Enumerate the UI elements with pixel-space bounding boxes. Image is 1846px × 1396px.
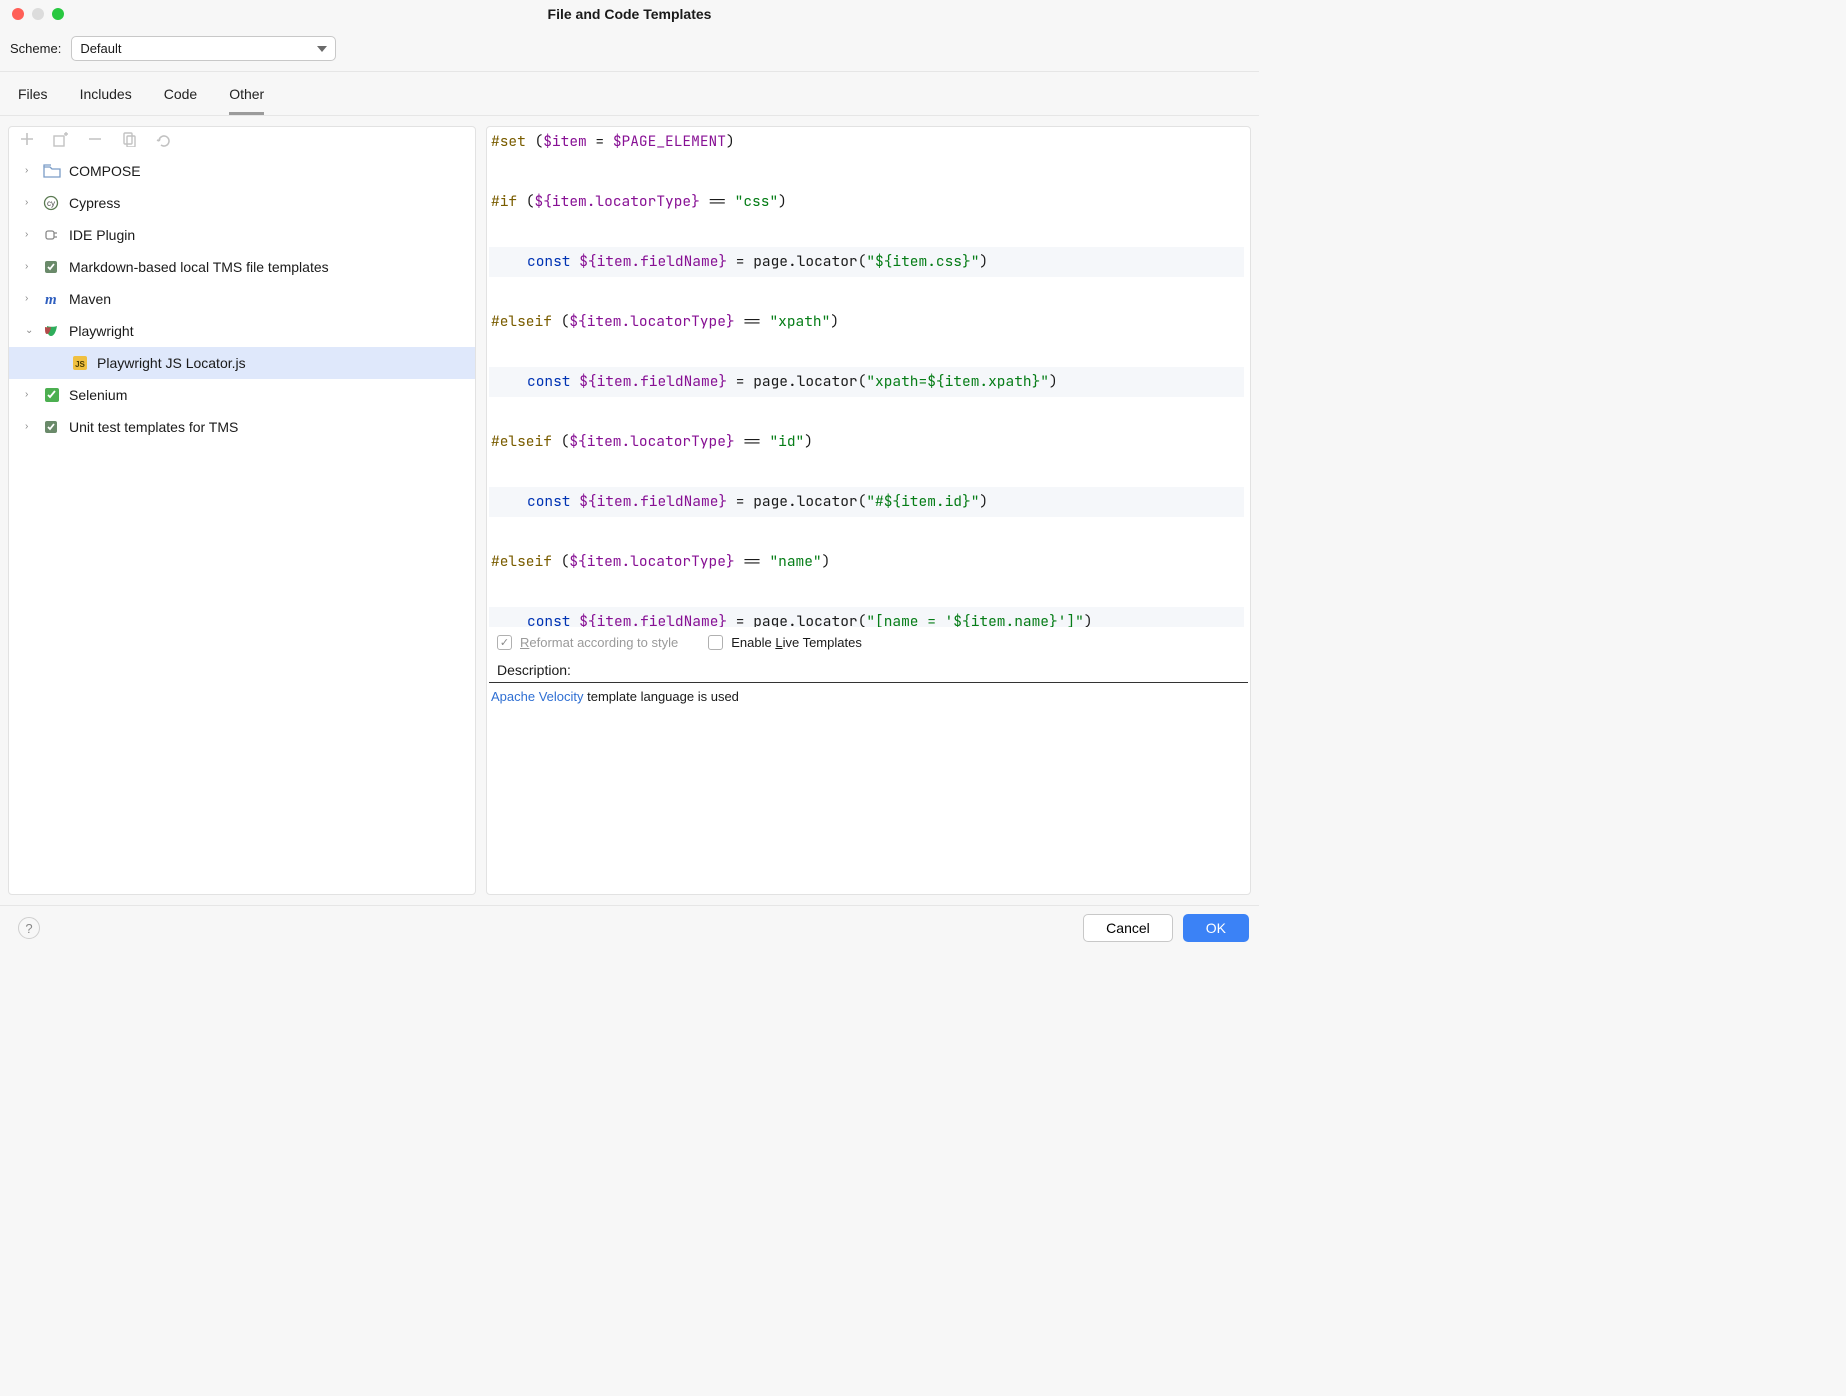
reformat-checkbox: ✓ Reformat according to style bbox=[497, 635, 678, 650]
tree-item-pw-js-locator[interactable]: JS Playwright JS Locator.js bbox=[9, 347, 475, 379]
dialog-buttons: Cancel OK bbox=[1083, 914, 1249, 942]
tree-item-label: Playwright bbox=[69, 323, 134, 339]
tree-item-label: Selenium bbox=[69, 387, 127, 403]
tree-item-markdown-tms[interactable]: › Markdown-based local TMS file templates bbox=[9, 251, 475, 283]
chevron-right-icon[interactable]: › bbox=[25, 262, 37, 272]
chevron-right-icon[interactable]: › bbox=[25, 198, 37, 208]
titlebar: File and Code Templates bbox=[0, 0, 1259, 28]
tree-item-label: Cypress bbox=[69, 195, 120, 211]
options-row: ✓ Reformat according to style Enable Liv… bbox=[487, 627, 1250, 658]
tab-other[interactable]: Other bbox=[229, 86, 264, 115]
tree-item-label: Playwright JS Locator.js bbox=[97, 355, 246, 371]
code-editor[interactable]: #set ($item = $PAGE_ELEMENT) #if (${item… bbox=[487, 127, 1250, 627]
templates-tree-pane: › COMPOSE › cy Cypress › IDE Plugin › Markdown-b… bbox=[8, 126, 476, 895]
svg-text:m: m bbox=[45, 292, 57, 307]
tree-toolbar bbox=[9, 127, 475, 151]
remove-icon[interactable] bbox=[87, 131, 103, 147]
templates-tree[interactable]: › COMPOSE › cy Cypress › IDE Plugin › Markdown-b… bbox=[9, 151, 475, 894]
checkbox-unchecked-icon bbox=[708, 635, 723, 650]
chevron-right-icon[interactable]: › bbox=[25, 166, 37, 176]
chevron-down-icon[interactable]: ⌄ bbox=[25, 326, 37, 336]
scheme-row: Scheme: Default bbox=[0, 28, 1259, 72]
copy-icon[interactable] bbox=[121, 131, 137, 147]
ok-button[interactable]: OK bbox=[1183, 914, 1249, 942]
chevron-right-icon[interactable]: › bbox=[25, 422, 37, 432]
scheme-label: Scheme: bbox=[10, 41, 61, 56]
folder-icon bbox=[43, 163, 61, 179]
chevron-down-icon bbox=[317, 46, 327, 52]
apache-velocity-link[interactable]: Apache Velocity bbox=[491, 689, 584, 704]
tree-item-label: Markdown-based local TMS file templates bbox=[69, 259, 329, 275]
scheme-value: Default bbox=[80, 41, 121, 56]
m-icon: m bbox=[43, 291, 61, 307]
chevron-right-icon[interactable]: › bbox=[25, 390, 37, 400]
tab-includes[interactable]: Includes bbox=[80, 86, 132, 115]
description-label: Description: bbox=[487, 658, 1250, 678]
revert-icon[interactable] bbox=[155, 131, 171, 147]
tree-item-cypress[interactable]: › cy Cypress bbox=[9, 187, 475, 219]
tree-item-unit-test-tms[interactable]: › Unit test templates for TMS bbox=[9, 411, 475, 443]
tab-bar: Files Includes Code Other bbox=[0, 72, 1259, 116]
help-button[interactable]: ? bbox=[18, 917, 40, 939]
checkbox-checked-icon: ✓ bbox=[497, 635, 512, 650]
tree-item-label: COMPOSE bbox=[69, 163, 141, 179]
add-child-icon[interactable] bbox=[53, 131, 69, 147]
svg-text:JS: JS bbox=[75, 360, 85, 369]
window-title: File and Code Templates bbox=[0, 6, 1259, 22]
dialog-footer: ? Cancel OK bbox=[0, 905, 1259, 952]
tree-item-label: Unit test templates for TMS bbox=[69, 419, 238, 435]
tab-code[interactable]: Code bbox=[164, 86, 197, 115]
pw-icon bbox=[43, 323, 61, 339]
cancel-button[interactable]: Cancel bbox=[1083, 914, 1173, 942]
chevron-right-icon[interactable]: › bbox=[25, 294, 37, 304]
add-icon[interactable] bbox=[19, 131, 35, 147]
description-text: template language is used bbox=[584, 689, 739, 704]
tree-item-selenium[interactable]: › Selenium bbox=[9, 379, 475, 411]
chevron-right-icon[interactable]: › bbox=[25, 230, 37, 240]
check-icon bbox=[43, 259, 61, 275]
scheme-select[interactable]: Default bbox=[71, 36, 336, 61]
svg-text:cy: cy bbox=[47, 199, 55, 208]
check-icon bbox=[43, 419, 61, 435]
description-area: Apache Velocity template language is use… bbox=[489, 682, 1248, 892]
tree-item-label: IDE Plugin bbox=[69, 227, 135, 243]
live-templates-checkbox[interactable]: Enable Live Templates bbox=[708, 635, 862, 650]
tree-item-ide-plugin[interactable]: › IDE Plugin bbox=[9, 219, 475, 251]
tree-item-label: Maven bbox=[69, 291, 111, 307]
editor-pane: #set ($item = $PAGE_ELEMENT) #if (${item… bbox=[486, 126, 1251, 895]
tab-files[interactable]: Files bbox=[18, 86, 48, 115]
js-icon: JS bbox=[71, 355, 89, 371]
tree-item-playwright[interactable]: ⌄ Playwright bbox=[9, 315, 475, 347]
plug-icon bbox=[43, 227, 61, 243]
tree-item-maven[interactable]: › m Maven bbox=[9, 283, 475, 315]
main-area: › COMPOSE › cy Cypress › IDE Plugin › Markdown-b… bbox=[0, 116, 1259, 905]
tree-item-compose[interactable]: › COMPOSE bbox=[9, 155, 475, 187]
se-icon bbox=[43, 387, 61, 403]
cy-icon: cy bbox=[43, 195, 61, 211]
